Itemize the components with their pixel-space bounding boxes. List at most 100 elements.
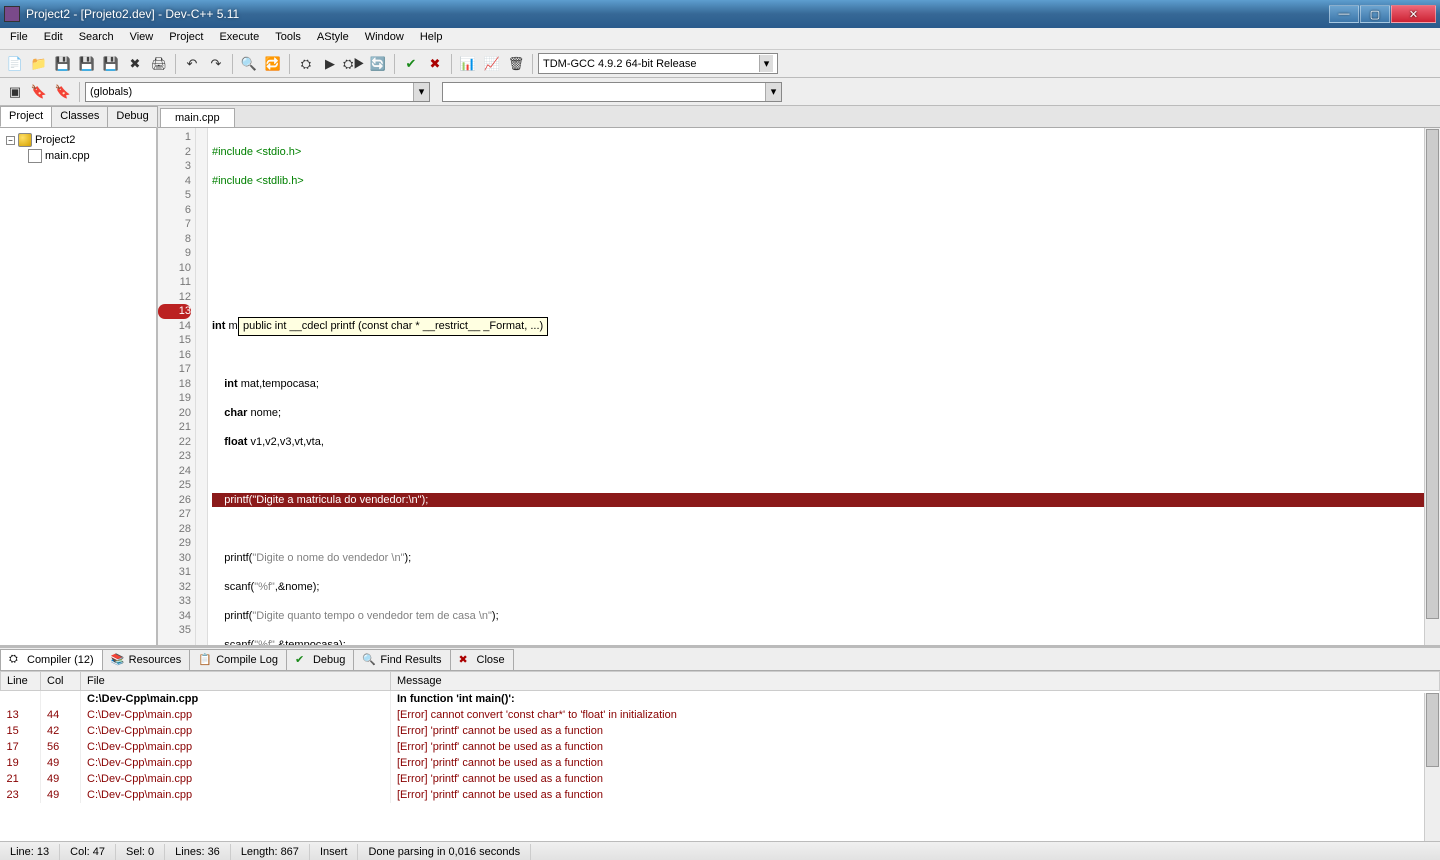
editor-tab-main[interactable]: main.cpp	[160, 108, 235, 127]
compiler-output-table[interactable]: Line Col File Message C:\Dev-Cpp\main.cp…	[0, 671, 1440, 841]
error-row[interactable]: 2349C:\Dev-Cpp\main.cpp[Error] 'printf' …	[1, 787, 1440, 803]
compiler-icon: ⛭	[9, 653, 23, 667]
open-button[interactable]: 📁	[28, 53, 50, 75]
signature-tooltip: public int __cdecl printf (const char * …	[238, 317, 548, 336]
status-parse: Done parsing in 0,016 seconds	[358, 844, 531, 860]
tab-compiler[interactable]: ⛭Compiler (12)	[0, 649, 103, 670]
menu-window[interactable]: Window	[357, 28, 412, 49]
col-file[interactable]: File	[81, 672, 391, 691]
tab-find-results[interactable]: 🔍Find Results	[353, 649, 450, 670]
scope-label: (globals)	[90, 86, 132, 98]
error-row[interactable]: 1344C:\Dev-Cpp\main.cpp[Error] cannot co…	[1, 707, 1440, 723]
maximize-button[interactable]: ▢	[1360, 5, 1390, 23]
tool-button[interactable]: 🗑	[505, 53, 527, 75]
menu-tools[interactable]: Tools	[267, 28, 309, 49]
status-line: Line: 13	[0, 844, 60, 860]
tab-compile-log[interactable]: 📋Compile Log	[189, 649, 287, 670]
rebuild-button[interactable]: 🔄	[367, 53, 389, 75]
project-tree[interactable]: − Project2 main.cpp	[0, 128, 156, 645]
status-col: Col: 47	[60, 844, 116, 860]
minimize-button[interactable]: —	[1329, 5, 1359, 23]
fold-column	[196, 128, 208, 645]
menu-execute[interactable]: Execute	[211, 28, 267, 49]
undo-button[interactable]: ↶	[181, 53, 203, 75]
app-icon	[4, 6, 20, 22]
compile-run-button[interactable]: ⛭▶	[343, 53, 365, 75]
error-marker-icon: 13	[158, 304, 191, 319]
find-button[interactable]: 🔍	[238, 53, 260, 75]
toolbar-classes: ▣ 🔖 🔖 (globals) ▾ ▾	[0, 78, 1440, 106]
tree-file-node[interactable]: main.cpp	[4, 148, 152, 164]
compiler-select[interactable]: TDM-GCC 4.9.2 64-bit Release ▾	[538, 53, 778, 74]
close-file-button[interactable]: ✖	[124, 53, 146, 75]
save-as-button[interactable]: 💾	[100, 53, 122, 75]
chevron-down-icon: ▾	[765, 83, 781, 101]
col-message[interactable]: Message	[391, 672, 1440, 691]
error-row[interactable]: 1542C:\Dev-Cpp\main.cpp[Error] 'printf' …	[1, 723, 1440, 739]
code-editor[interactable]: 1234567891011121314151617181920212223242…	[158, 128, 1440, 645]
menu-view[interactable]: View	[122, 28, 162, 49]
debug-button[interactable]: ✔	[400, 53, 422, 75]
tab-project[interactable]: Project	[0, 106, 52, 127]
save-button[interactable]: 💾	[52, 53, 74, 75]
menu-help[interactable]: Help	[412, 28, 451, 49]
tree-project-node[interactable]: − Project2	[4, 132, 152, 148]
project-panel: Project Classes Debug − Project2 main.cp…	[0, 106, 158, 645]
replace-button[interactable]: 🔁	[262, 53, 284, 75]
goto2-button[interactable]: 🔖	[52, 81, 74, 103]
run-button[interactable]: ▶	[319, 53, 341, 75]
tab-resources[interactable]: 📚Resources	[102, 649, 191, 670]
goto-button[interactable]: ▣	[4, 81, 26, 103]
error-row[interactable]: 1756C:\Dev-Cpp\main.cpp[Error] 'printf' …	[1, 739, 1440, 755]
tab-close-output[interactable]: ✖Close	[450, 649, 514, 670]
tab-debug-output[interactable]: ✔Debug	[286, 649, 354, 670]
menu-astyle[interactable]: AStyle	[309, 28, 357, 49]
menu-search[interactable]: Search	[71, 28, 122, 49]
highlighted-error-line: printf("Digite a matricula do vendedor:\…	[212, 493, 1436, 508]
chevron-down-icon: ▾	[759, 55, 773, 72]
statusbar: Line: 13 Col: 47 Sel: 0 Lines: 36 Length…	[0, 841, 1440, 860]
close-icon: ✕	[1409, 8, 1418, 21]
redo-button[interactable]: ↷	[205, 53, 227, 75]
scope-select[interactable]: (globals) ▾	[85, 82, 430, 102]
toolbar-main: 📄 📁 💾 💾 💾 ✖ 🖨 ↶ ↷ 🔍 🔁 ⛭ ▶ ⛭▶ 🔄 ✔ ✖ 📊 📈 🗑…	[0, 50, 1440, 78]
compile-button[interactable]: ⛭	[295, 53, 317, 75]
menu-project[interactable]: Project	[161, 28, 211, 49]
menu-edit[interactable]: Edit	[36, 28, 71, 49]
bookmark-button[interactable]: 🔖	[28, 81, 50, 103]
tab-classes[interactable]: Classes	[51, 106, 108, 127]
status-lines: Lines: 36	[165, 844, 231, 860]
cpp-file-icon	[28, 149, 42, 163]
code-area[interactable]: #include <stdio.h> #include <stdlib.h> i…	[208, 128, 1440, 645]
stop-button[interactable]: ✖	[424, 53, 446, 75]
menu-file[interactable]: File	[2, 28, 36, 49]
file-name: main.cpp	[45, 150, 90, 162]
menubar: File Edit Search View Project Execute To…	[0, 28, 1440, 50]
minimize-icon: —	[1339, 8, 1350, 20]
new-button[interactable]: 📄	[4, 53, 26, 75]
collapse-icon[interactable]: −	[6, 136, 15, 145]
status-sel: Sel: 0	[116, 844, 165, 860]
editor-tabs: main.cpp	[158, 106, 1440, 128]
output-panel: ⛭Compiler (12) 📚Resources 📋Compile Log ✔…	[0, 645, 1440, 841]
tab-debug[interactable]: Debug	[107, 106, 157, 127]
print-button[interactable]: 🖨	[148, 53, 170, 75]
error-row[interactable]: 2149C:\Dev-Cpp\main.cpp[Error] 'printf' …	[1, 771, 1440, 787]
col-col[interactable]: Col	[41, 672, 81, 691]
save-all-button[interactable]: 💾	[76, 53, 98, 75]
editor-scrollbar[interactable]	[1424, 128, 1440, 645]
separator-icon	[289, 54, 290, 74]
member-select[interactable]: ▾	[442, 82, 782, 102]
error-row[interactable]: C:\Dev-Cpp\main.cppIn function 'int main…	[1, 691, 1440, 708]
separator-icon	[451, 54, 452, 74]
profile-button[interactable]: 📊	[457, 53, 479, 75]
separator-icon	[232, 54, 233, 74]
output-scrollbar[interactable]	[1424, 693, 1440, 841]
profile2-button[interactable]: 📈	[481, 53, 503, 75]
resources-icon: 📚	[111, 653, 125, 667]
separator-icon	[532, 54, 533, 74]
error-row[interactable]: 1949C:\Dev-Cpp\main.cpp[Error] 'printf' …	[1, 755, 1440, 771]
close-button[interactable]: ✕	[1391, 5, 1436, 23]
col-line[interactable]: Line	[1, 672, 41, 691]
line-gutter: 1234567891011121314151617181920212223242…	[158, 128, 196, 645]
